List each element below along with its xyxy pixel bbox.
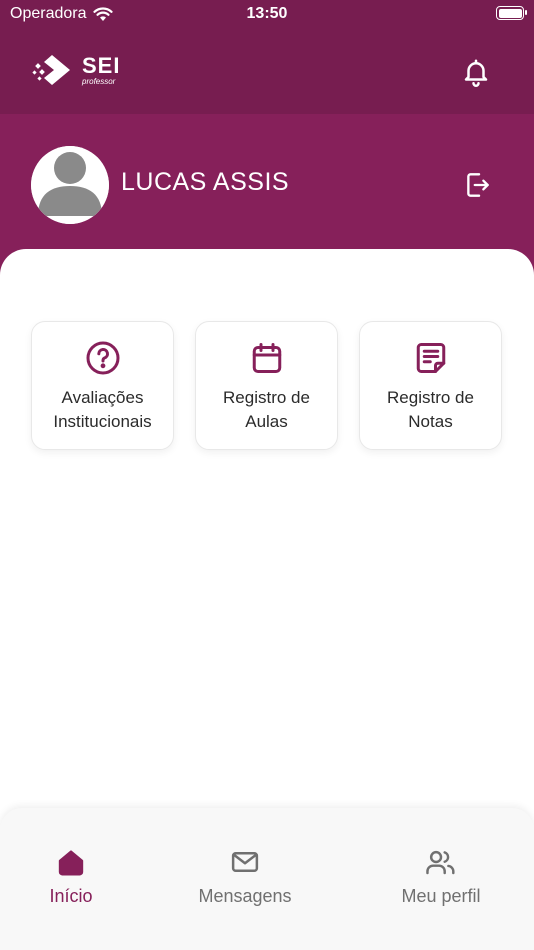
logo-subtitle: professor [82, 76, 116, 86]
tab-label: Mensagens [198, 886, 292, 906]
user-avatar-icon[interactable] [31, 146, 109, 224]
notes-icon [416, 343, 445, 373]
status-bar: Operadora 13:50 [0, 0, 534, 28]
users-icon [426, 850, 455, 875]
bottom-tab-bar: Início Mensagens Meu perfil [0, 808, 534, 950]
logo-brand: SEI [82, 52, 121, 78]
tab-inicio[interactable]: Início [40, 848, 102, 907]
shortcut-card-registro-notas[interactable]: Registro de Notas [359, 321, 502, 450]
status-time: 13:50 [246, 5, 288, 22]
mail-icon [231, 852, 259, 872]
shortcut-label: Registro de Aulas [223, 388, 310, 431]
tab-meu-perfil[interactable]: Meu perfil [386, 848, 496, 907]
profile-row: LUCAS ASSIS [31, 146, 501, 224]
shortcut-card-avaliacoes[interactable]: Avaliações Institucionais [31, 321, 174, 450]
app-logo: SEI professor [30, 52, 120, 88]
calendar-icon [252, 343, 281, 373]
logout-icon[interactable] [465, 170, 491, 200]
sei-logo-icon [32, 55, 70, 85]
tab-label: Início [49, 886, 93, 906]
tab-mensagens[interactable]: Mensagens [190, 848, 300, 907]
bell-icon[interactable] [461, 57, 491, 87]
shortcut-label: Avaliações Institucionais [53, 388, 152, 431]
top-area [0, 0, 534, 290]
shortcut-label: Registro de Notas [387, 388, 474, 431]
shortcut-card-registro-aulas[interactable]: Registro de Aulas [195, 321, 338, 450]
question-circle-icon [86, 341, 119, 375]
shortcut-cards: Avaliações Institucionais Registro de Au… [31, 321, 503, 451]
tab-label: Meu perfil [401, 886, 481, 906]
user-name: LUCAS ASSIS [121, 168, 290, 196]
battery-icon [496, 6, 527, 20]
home-icon [58, 850, 84, 876]
